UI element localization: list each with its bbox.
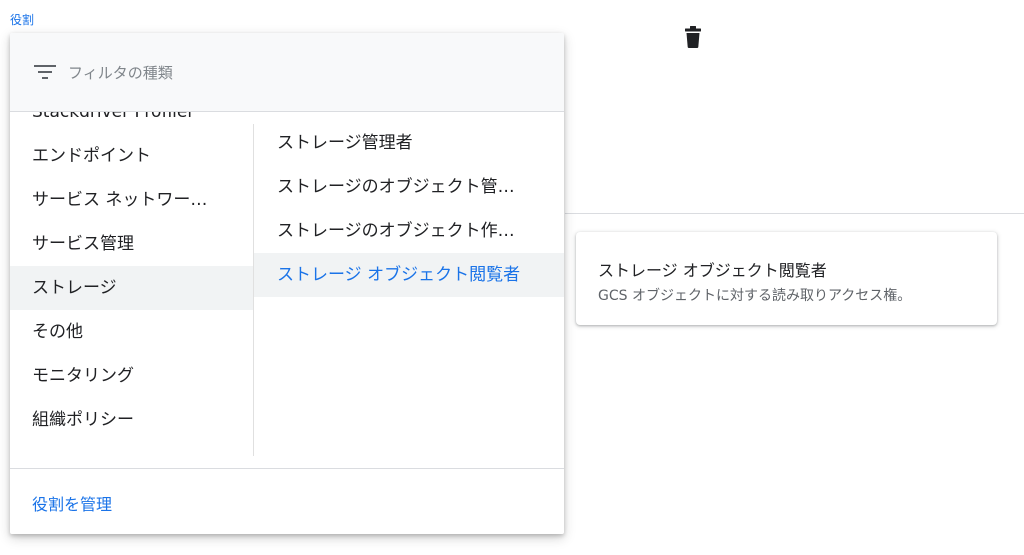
category-item[interactable]: サービス ネットワー… (10, 178, 253, 222)
category-item[interactable]: モニタリング (10, 354, 253, 398)
category-item-selected[interactable]: ストレージ (10, 266, 253, 310)
role-field-label: 役割 (10, 13, 35, 27)
manage-roles-link[interactable]: 役割を管理 (32, 491, 112, 515)
filter-icon (34, 65, 56, 79)
role-item[interactable]: ストレージのオブジェクト作… (254, 209, 564, 253)
role-description-title: ストレージ オブジェクト閲覧者 (598, 261, 827, 280)
role-item[interactable]: ストレージのオブジェクト管… (254, 165, 564, 209)
category-item[interactable]: エンドポイント (10, 134, 253, 178)
role-description-card: ストレージ オブジェクト閲覧者 GCS オブジェクトに対する読み取りアクセス権。 (576, 232, 997, 325)
category-item[interactable]: 組織ポリシー (10, 398, 253, 442)
section-divider (565, 213, 1024, 214)
trash-icon[interactable] (683, 26, 703, 48)
category-item[interactable]: Stackdriver Profiler (10, 112, 253, 134)
role-item[interactable]: ストレージ管理者 (254, 121, 564, 165)
role-list[interactable]: ストレージ管理者 ストレージのオブジェクト管… ストレージのオブジェクト作… ス… (254, 112, 564, 456)
filter-bar[interactable]: フィルタの種類 (10, 33, 564, 112)
category-item[interactable]: その他 (10, 310, 253, 354)
dropdown-footer: 役割を管理 (10, 468, 564, 534)
category-item[interactable]: サービス管理 (10, 222, 253, 266)
category-list[interactable]: Stackdriver Profiler エンドポイント サービス ネットワー…… (10, 112, 253, 456)
role-item-selected[interactable]: ストレージ オブジェクト閲覧者 (254, 253, 564, 297)
filter-input[interactable]: フィルタの種類 (68, 62, 173, 83)
role-select-dropdown: フィルタの種類 Stackdriver Profiler エンドポイント サービ… (10, 33, 564, 534)
role-description-text: GCS オブジェクトに対する読み取りアクセス権。 (598, 288, 912, 304)
